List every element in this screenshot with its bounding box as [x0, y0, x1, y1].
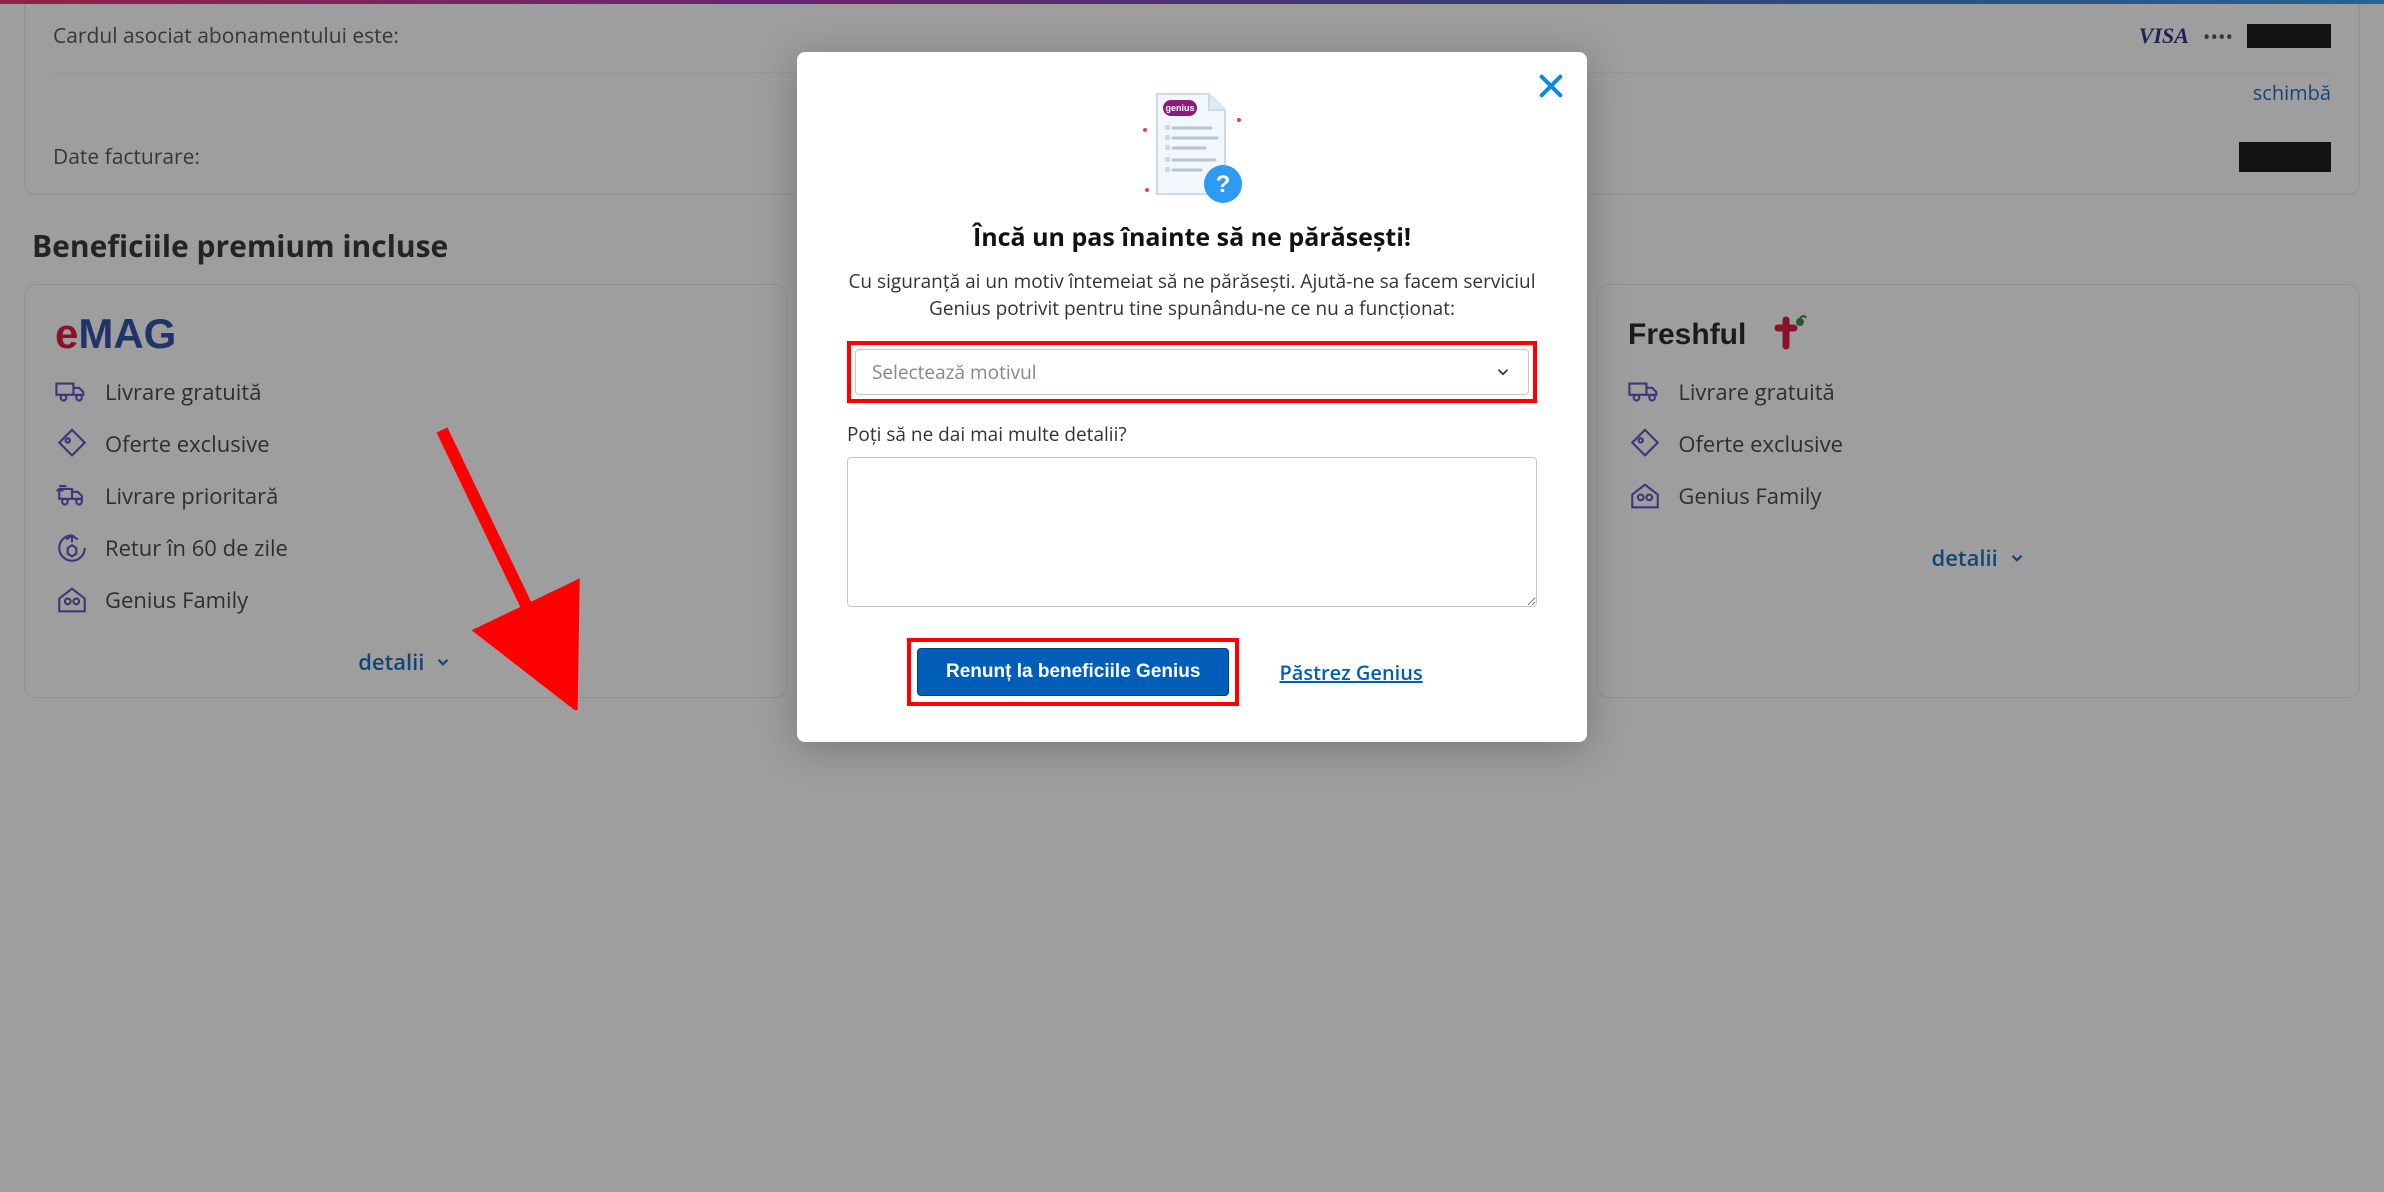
close-icon: [1535, 70, 1567, 102]
close-button[interactable]: [1535, 70, 1567, 102]
document-question-icon: genius ?: [1127, 80, 1257, 210]
svg-text:genius: genius: [1165, 103, 1194, 113]
annotation-box-button: Renunț la beneficiile Genius: [907, 638, 1239, 706]
details-textarea[interactable]: [847, 457, 1537, 607]
details-textarea-label: Poți să ne dai mai multe detalii?: [847, 421, 1537, 447]
reason-select-placeholder: Selectează motivul: [872, 359, 1037, 385]
modal-lead: Cu siguranță ai un motiv întemeiat să ne…: [847, 268, 1537, 321]
modal-title: Încă un pas înainte să ne părăsești!: [847, 220, 1537, 254]
give-up-genius-button[interactable]: Renunț la beneficiile Genius: [917, 648, 1229, 696]
reason-select[interactable]: Selectează motivul: [855, 349, 1529, 395]
keep-genius-link[interactable]: Păstrez Genius: [1279, 659, 1422, 686]
cancel-genius-modal: genius ? Încă un pas înainte să ne părăs…: [797, 52, 1587, 742]
svg-text:?: ?: [1216, 171, 1231, 198]
modal-actions: Renunț la beneficiile Genius Păstrez Gen…: [847, 638, 1537, 706]
annotation-box-select: Selectează motivul: [847, 341, 1537, 403]
chevron-down-icon: [1494, 363, 1512, 381]
